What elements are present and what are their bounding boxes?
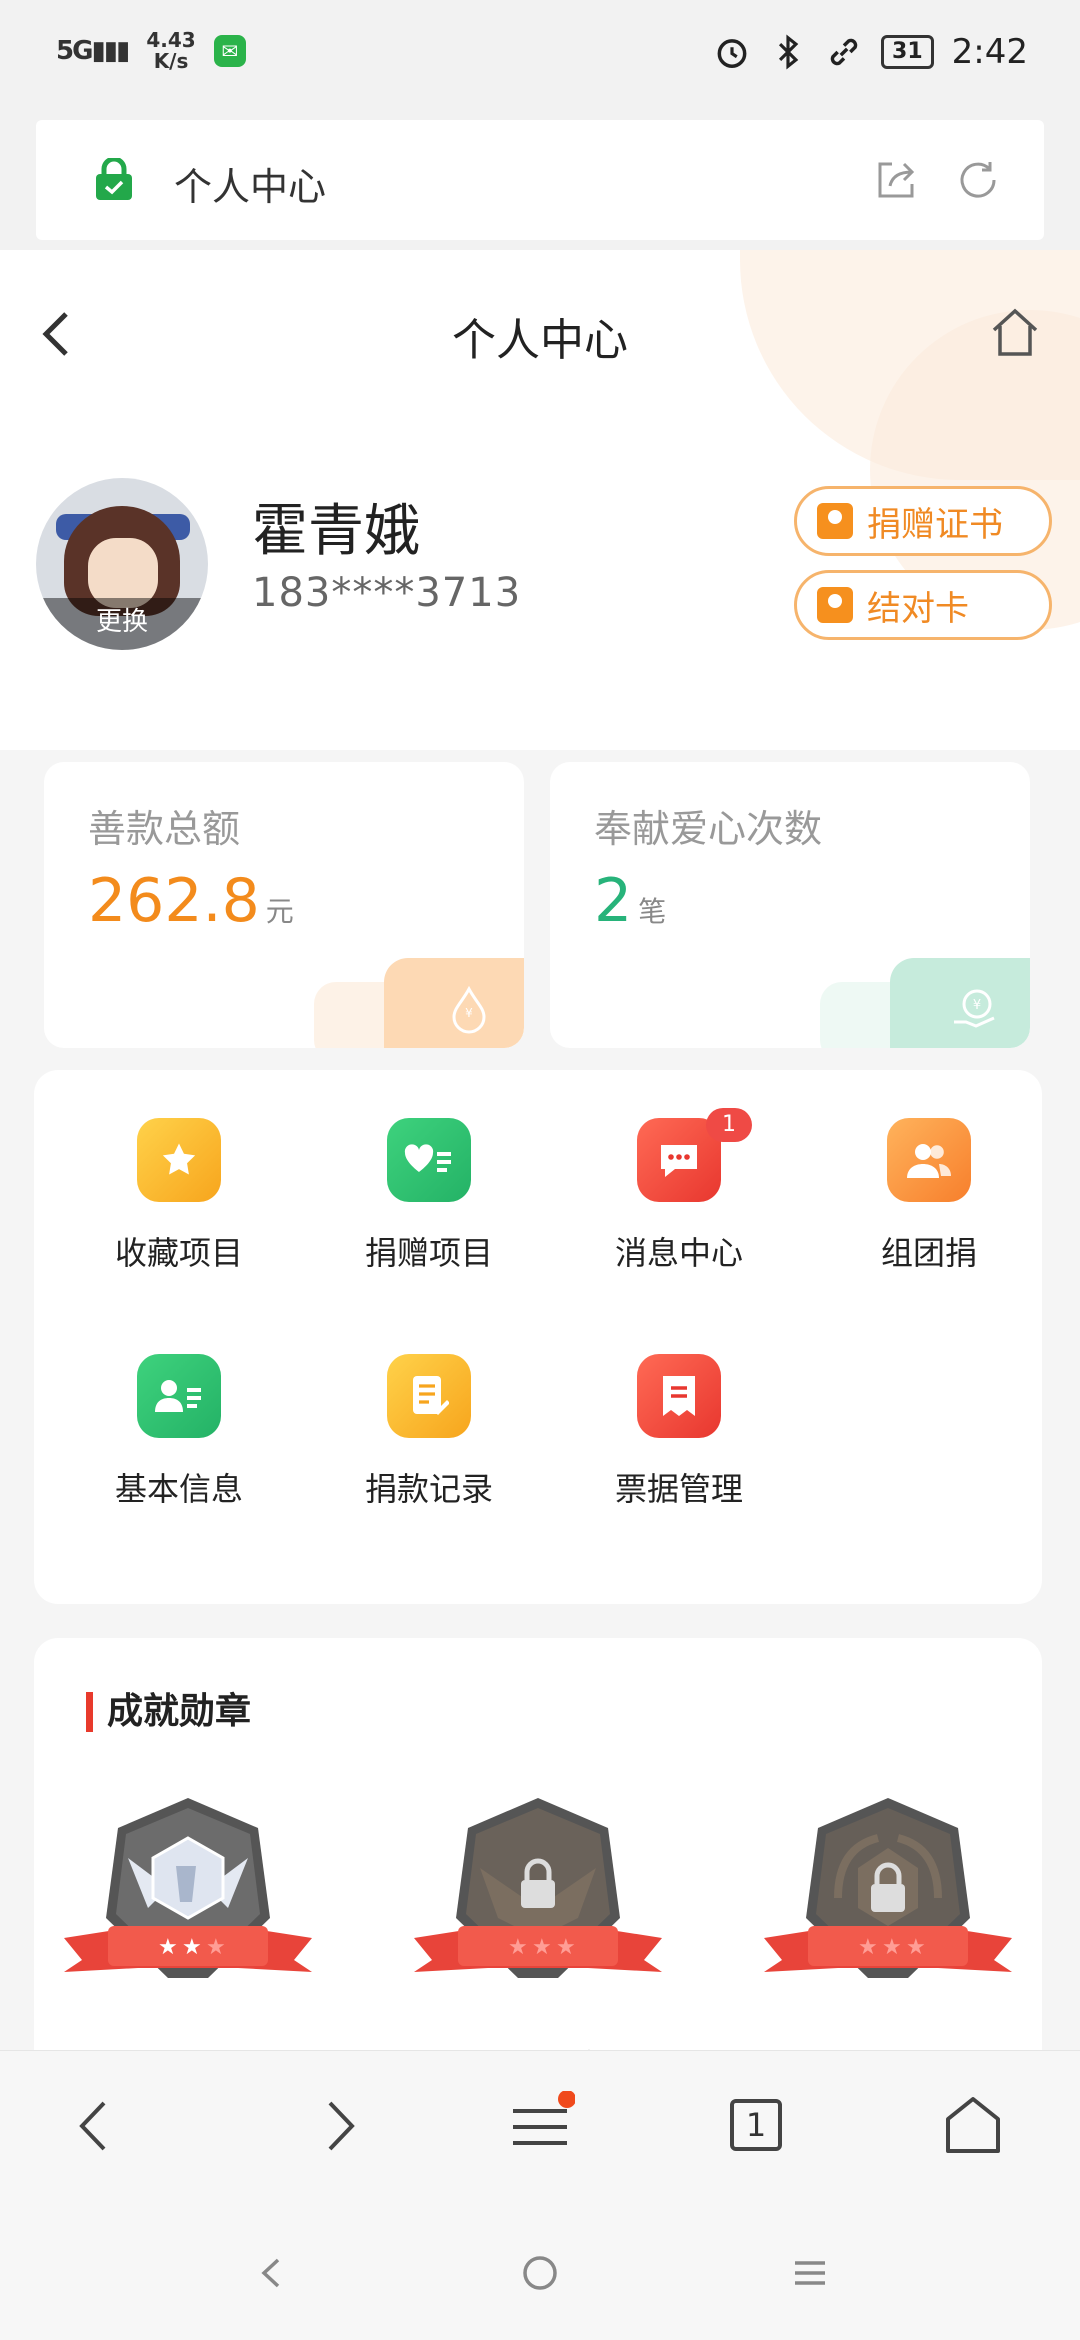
medal-novice-icon: ★ ★ ★ <box>64 1798 312 1978</box>
menu-item-label: 收藏项目 <box>114 1234 243 1272</box>
menu-item-label: 捐赠项目 <box>364 1234 493 1272</box>
wechat-icon: ✉ <box>213 35 246 67</box>
total-amount: 262.8 <box>88 866 260 936</box>
stat-label: 善款总额 <box>88 807 241 851</box>
share-icon[interactable] <box>872 156 920 204</box>
browser-home-icon[interactable] <box>938 2091 1008 2161</box>
donation-count: 2 <box>594 866 633 936</box>
menu-item-basic-info[interactable]: 基本信息 <box>54 1306 304 1508</box>
menu-item-label: 捐款记录 <box>364 1470 493 1508</box>
signal-icon: 5G▮▮▮ <box>56 36 130 66</box>
card-icon <box>817 587 853 623</box>
tabs-button[interactable]: 1 <box>720 2091 790 2161</box>
menu-item-donated-projects[interactable]: 捐赠项目 <box>304 1070 554 1272</box>
svg-text:★: ★ <box>858 1935 878 1960</box>
speed-unit: K/s <box>153 49 189 73</box>
page-content: 个人中心 更换 霍青娥 183****3713 捐赠证书 结对卡 善款总额 26… <box>0 250 1080 2050</box>
donation-certificate-button[interactable]: 捐赠证书 <box>794 486 1052 556</box>
profile-card-icon <box>137 1354 221 1438</box>
nav-recents-icon[interactable] <box>785 2248 835 2298</box>
tab-count: 1 <box>730 2099 782 2151</box>
menu-item-label: 组团捐 <box>880 1234 977 1272</box>
menu-item-label: 消息中心 <box>614 1234 743 1272</box>
signal-label: 5G <box>56 36 93 66</box>
medal-knight[interactable]: ★ ★ ★ 公益骑士 <box>758 1788 1018 2050</box>
stat-unit: 元 <box>265 895 294 928</box>
pairing-card-label: 结对卡 <box>867 588 969 629</box>
medal-name: 公益新手 <box>58 2040 318 2050</box>
receipt-icon <box>637 1354 721 1438</box>
change-avatar-button[interactable]: 更换 <box>36 598 208 650</box>
nav-home-icon[interactable] <box>515 2248 565 2298</box>
menu-item-label: 票据管理 <box>614 1470 743 1508</box>
link-icon <box>830 38 858 66</box>
profile-header: 个人中心 更换 霍青娥 183****3713 捐赠证书 结对卡 <box>0 250 1080 750</box>
stat-value: 262.8 元 <box>88 866 294 936</box>
browser-menu-icon[interactable] <box>505 2091 575 2161</box>
svg-text:¥: ¥ <box>973 998 981 1013</box>
group-icon <box>887 1118 971 1202</box>
section-title: 成就勋章 <box>86 1692 251 1732</box>
medal-name: 公益骑士 <box>758 2040 1018 2050</box>
donation-certificate-label: 捐赠证书 <box>867 504 1003 545</box>
feature-menu: 收藏项目 捐赠项目 1 消息中心 组团捐 基本信息 捐款记录 票据管理 <box>34 1070 1042 1604</box>
medal-knight-errant[interactable]: ★ ★ ★ 公益侠客 <box>408 1788 668 2050</box>
medal-locked-icon: ★ ★ ★ <box>414 1798 662 1978</box>
battery-indicator: 31 <box>881 35 934 69</box>
status-bar: 5G▮▮▮ 4.43 K/s ✉ 31 2:42 <box>0 0 1080 110</box>
user-phone: 183****3713 <box>252 570 522 616</box>
star-icon <box>137 1118 221 1202</box>
menu-item-messages[interactable]: 1 消息中心 <box>554 1070 804 1272</box>
menu-item-donation-records[interactable]: 捐款记录 <box>304 1306 554 1508</box>
medal-novice[interactable]: ★ ★ ★ 公益新手 <box>58 1788 318 2050</box>
medal-locked-icon: ★ ★ ★ <box>764 1798 1012 1978</box>
svg-text:★: ★ <box>906 1935 926 1960</box>
user-name: 霍青娥 <box>252 499 420 564</box>
record-icon <box>387 1354 471 1438</box>
total-donation-card[interactable]: 善款总额 262.8 元 ¥ <box>44 762 524 1048</box>
stat-unit: 笔 <box>638 895 667 928</box>
unread-badge: 1 <box>706 1108 752 1142</box>
medal-name: 公益侠客 <box>408 2040 668 2050</box>
bluetooth-icon <box>778 34 799 70</box>
network-speed: 4.43 K/s <box>146 30 195 72</box>
menu-item-label: 基本信息 <box>114 1470 243 1508</box>
refresh-icon[interactable] <box>954 156 1002 204</box>
stat-value: 2笔 <box>594 866 666 936</box>
browser-forward-icon[interactable] <box>304 2091 374 2161</box>
achievement-medals: 成就勋章 ★ ★ ★ 公益新手 <box>34 1638 1042 2050</box>
clock: 2:42 <box>951 32 1028 72</box>
svg-text:★: ★ <box>882 1935 902 1960</box>
avatar[interactable]: 更换 <box>36 478 208 650</box>
svg-text:★: ★ <box>206 1935 226 1960</box>
menu-item-group-donation[interactable]: 组团捐 <box>804 1070 1054 1272</box>
certificate-icon <box>817 503 853 539</box>
svg-text:★: ★ <box>158 1935 178 1960</box>
system-navigation-bar <box>0 2200 1080 2340</box>
browser-toolbar: 1 <box>0 2050 1080 2200</box>
browser-back-icon[interactable] <box>60 2091 130 2161</box>
stat-label: 奉献爱心次数 <box>594 807 823 851</box>
donation-count-card[interactable]: 奉献爱心次数 2笔 ¥ <box>550 762 1030 1048</box>
pairing-card-button[interactable]: 结对卡 <box>794 570 1052 640</box>
svg-text:★: ★ <box>508 1935 528 1960</box>
page-title: 个人中心 <box>452 315 628 366</box>
alarm-icon <box>717 39 747 68</box>
home-icon[interactable] <box>990 306 1040 360</box>
heart-list-icon <box>387 1118 471 1202</box>
menu-item-receipts[interactable]: 票据管理 <box>554 1306 804 1508</box>
svg-text:¥: ¥ <box>465 1006 473 1020</box>
svg-text:★: ★ <box>182 1935 202 1960</box>
hand-coin-icon: ¥ <box>954 989 995 1028</box>
secure-lock-icon <box>96 158 132 200</box>
svg-text:★: ★ <box>556 1935 576 1960</box>
nav-back-icon[interactable] <box>246 2248 296 2298</box>
svg-text:★: ★ <box>532 1935 552 1960</box>
address-title[interactable]: 个人中心 <box>174 156 326 211</box>
menu-item-favorites[interactable]: 收藏项目 <box>54 1070 304 1272</box>
address-bar[interactable]: 个人中心 <box>36 120 1044 240</box>
water-drop-icon: ¥ <box>452 985 486 1034</box>
